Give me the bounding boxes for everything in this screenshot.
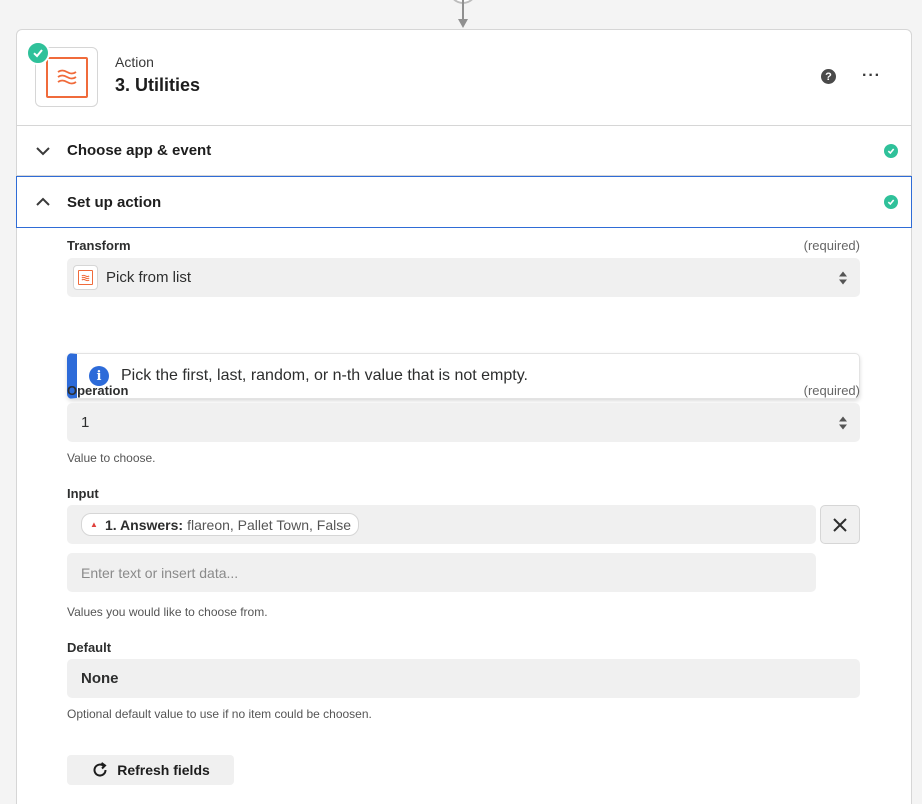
remove-input-button[interactable] [820,505,860,544]
refresh-fields-button[interactable]: Refresh fields [67,755,234,785]
transform-required-label: (required) [803,238,860,253]
default-label: Default [67,640,112,655]
default-field[interactable]: None [67,659,860,698]
section-complete-check-icon [884,195,898,209]
operation-value: 1 [81,414,90,431]
connector-line [462,0,464,20]
step-title: 3. Utilities [115,75,201,95]
step-card: Action 3. Utilities ? ··· Choose app & e… [16,29,912,804]
refresh-fields-label: Refresh fields [117,762,210,778]
data-pill[interactable]: ▲ 1. Answers: flareon, Pallet Town, Fals… [81,513,360,536]
operation-label: Operation [67,383,129,398]
section-title: Choose app & event [67,142,212,159]
transform-select[interactable]: Pick from list [67,258,860,297]
utilities-logo-icon [73,265,98,290]
chevron-down-icon [36,146,50,155]
default-value: None [81,670,119,687]
input-help: Values you would like to choose from. [67,605,268,619]
chevron-up-icon [36,197,50,206]
input-label: Input [67,486,99,501]
section-complete-check-icon [884,143,898,158]
pill-key: 1. Answers: [105,516,184,533]
operation-help: Value to choose. [67,451,156,465]
info-text: Pick the first, last, random, or n-th va… [121,367,528,384]
close-icon [833,517,847,532]
input-placeholder: Enter text or insert data... [81,564,239,581]
more-options-icon[interactable]: ··· [862,67,881,85]
connector-arrow-icon [458,19,468,28]
input-field[interactable]: ▲ 1. Answers: flareon, Pallet Town, Fals… [67,505,816,544]
transform-value: Pick from list [106,269,192,286]
pill-value: flareon, Pallet Town, False [187,516,352,533]
select-arrows-icon [839,271,847,284]
default-help: Optional default value to use if no item… [67,707,372,721]
section-title: Set up action [67,193,162,211]
step-complete-check-icon [26,41,50,65]
select-arrows-icon [839,416,847,429]
info-callout: i Pick the first, last, random, or n-th … [67,353,860,399]
input-text-field[interactable]: Enter text or insert data... [67,553,816,592]
operation-required-label: (required) [803,383,860,398]
transform-label: Transform [67,238,131,253]
utilities-logo-icon [45,56,88,98]
refresh-icon [93,762,107,777]
section-choose-app-event[interactable]: Choose app & event [17,126,911,176]
operation-select[interactable]: 1 [67,403,860,442]
step-header[interactable]: Action 3. Utilities ? ··· [17,30,911,126]
section-set-up-action[interactable]: Set up action [16,176,912,228]
trigger-app-icon: ▲ [90,520,98,529]
help-icon[interactable]: ? [821,69,836,84]
step-kind-label: Action [115,54,154,70]
